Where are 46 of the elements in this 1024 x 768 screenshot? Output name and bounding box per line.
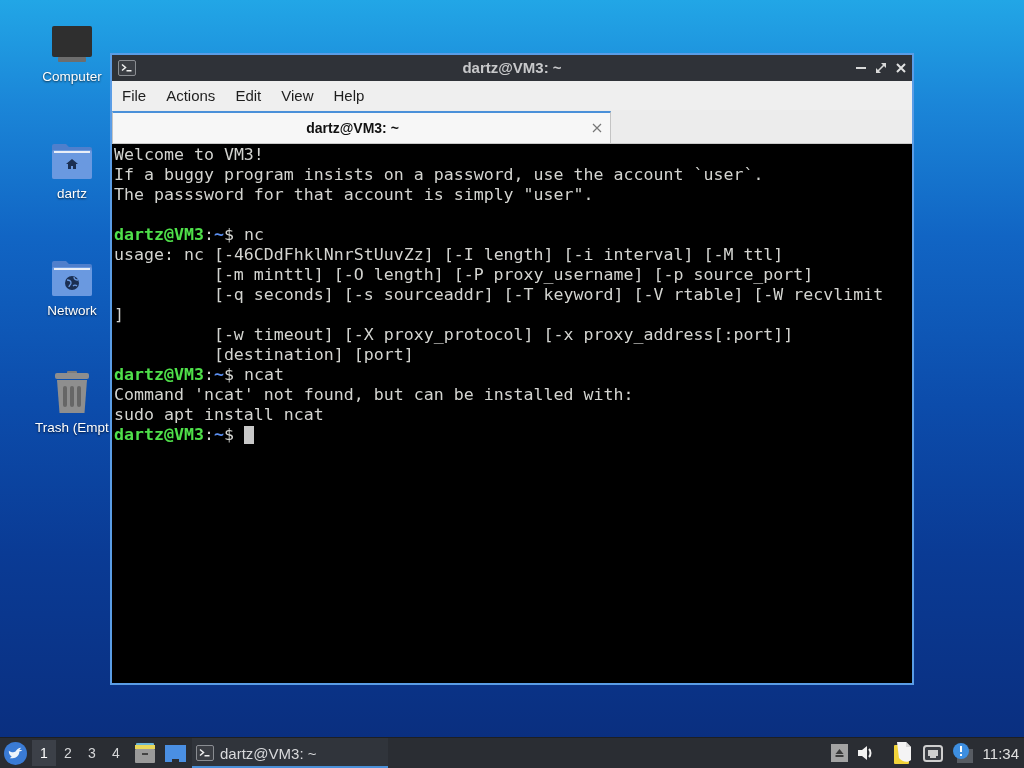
workspace-button[interactable]: 1 — [32, 740, 56, 766]
terminal-line: Welcome to VM3! — [114, 145, 264, 165]
maximize-icon[interactable] — [876, 63, 886, 73]
terminal-line: [-m minttl] [-O length] [-P proxy_username] [-p source_port] — [213, 265, 814, 285]
menu-item[interactable]: View — [271, 84, 324, 107]
terminal-line: sudo apt install ncat — [114, 405, 324, 425]
desktop-icon-label[interactable]: Trash (Empt — [35, 419, 109, 437]
desktop-icon[interactable] — [165, 744, 186, 762]
workspace-button[interactable]: 3 — [80, 740, 104, 766]
window-title: dartz@VM3: ~ — [462, 59, 562, 76]
prompt-line: dartz@VM3:~$ ncat — [114, 365, 284, 385]
task-button[interactable]: dartz@VM3: ~ — [192, 738, 388, 768]
terminal-line: [destination] [port] — [213, 345, 414, 365]
terminal-line: ] — [114, 305, 124, 325]
prompt-line: dartz@VM3:~$ — [114, 425, 234, 445]
terminal-line: If a buggy program insists on a password, use the account `user`. — [114, 165, 764, 185]
alert-icon[interactable] — [952, 743, 973, 763]
bird-logo-icon[interactable] — [4, 741, 27, 765]
menu-item[interactable]: Edit — [225, 84, 272, 107]
globe-folder-icon[interactable] — [52, 259, 92, 296]
menu-item[interactable]: Actions — [156, 84, 226, 107]
file-cabinet-icon[interactable] — [135, 743, 155, 763]
terminal-line: [-w timeout] [-X proxy_protocol] [-x proxy_address[:port]] — [213, 325, 794, 345]
prompt-line: dartz@VM3:~$ nc — [114, 225, 264, 245]
terminal-line: [-q seconds] [-s sourceaddr] [-T keyword] [-V rtable] [-W recvlimit — [213, 285, 884, 305]
workspace-button[interactable]: 4 — [104, 740, 128, 766]
terminal-line: usage: nc [-46CDdFhklNnrStUuvZz] [-I length] [-i interval] [-M ttl] — [114, 245, 784, 265]
ethernet-icon[interactable] — [922, 744, 943, 762]
monitor-icon[interactable] — [52, 26, 92, 62]
workspace-button[interactable]: 2 — [56, 740, 80, 766]
desktop-icon-label[interactable]: Network — [47, 302, 97, 320]
desktop-icon-label[interactable]: Computer — [42, 68, 102, 86]
eject-icon[interactable] — [830, 744, 848, 762]
notes-icon[interactable] — [893, 742, 913, 764]
terminal-icon — [118, 60, 136, 76]
terminal-tab[interactable]: dartz@VM3: ~ — [112, 111, 611, 143]
terminal-icon — [196, 745, 214, 761]
trash-icon[interactable] — [54, 371, 90, 413]
speaker-icon[interactable] — [857, 745, 874, 761]
terminal-line: Command 'ncat' not found, but can be installed with: — [114, 385, 634, 405]
menu-item[interactable]: File — [112, 84, 157, 107]
desktop-icon-label[interactable]: dartz — [57, 185, 87, 203]
terminal-line: The passsword for that account is simply "user". — [114, 185, 594, 205]
home-folder-icon[interactable] — [52, 142, 92, 179]
menu-item[interactable]: Help — [323, 84, 375, 107]
clock-time[interactable]: 11:34 — [982, 744, 1019, 762]
